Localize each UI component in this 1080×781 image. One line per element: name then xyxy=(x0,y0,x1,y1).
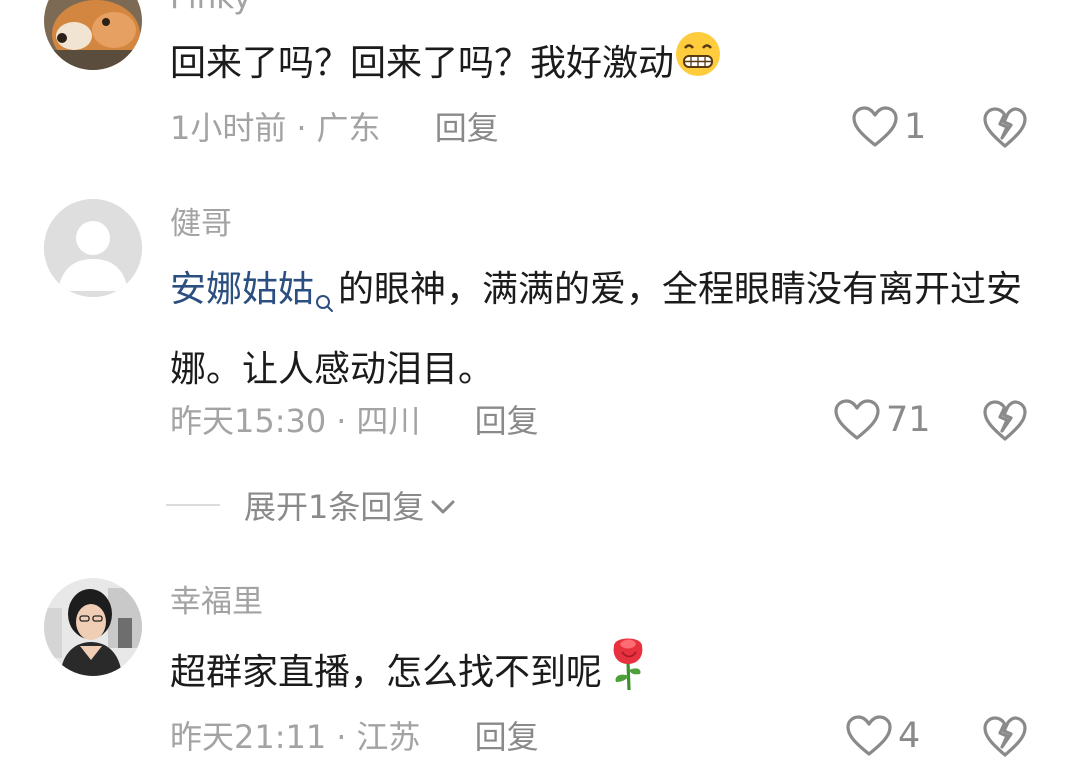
comment-location: 四川 xyxy=(356,402,421,440)
broken-heart-icon xyxy=(983,107,1027,149)
like-button[interactable]: 1 xyxy=(852,106,926,148)
separator: · xyxy=(336,718,347,756)
like-count: 1 xyxy=(904,107,927,147)
comment-list: Pinky 回来了吗？回来了吗？我好激动 1小时前·广东 回复 xyxy=(0,0,1080,781)
dislike-button[interactable] xyxy=(983,716,1027,758)
avatar[interactable] xyxy=(44,578,142,676)
like-count: 4 xyxy=(898,716,921,756)
expand-replies-label: 展开1条回复 xyxy=(244,488,425,526)
username[interactable]: Pinky xyxy=(170,0,251,18)
broken-heart-icon xyxy=(983,400,1027,442)
reply-button[interactable]: 回复 xyxy=(435,109,499,147)
reply-button[interactable]: 回复 xyxy=(475,718,539,756)
divider xyxy=(166,504,220,506)
mention-link[interactable]: 安娜姑姑 xyxy=(170,269,314,310)
separator: · xyxy=(336,402,347,440)
username[interactable]: 健哥 xyxy=(170,204,232,244)
dislike-button[interactable] xyxy=(983,400,1027,442)
comment-meta: 昨天15:30 · 四川 回复 xyxy=(170,401,539,441)
comment-meta: 1小时前 · 广东 回复 xyxy=(170,108,499,148)
comment-text: 回来了吗？回来了吗？我好激动 xyxy=(170,30,1040,100)
comment-text: 超群家直播，怎么找不到呢 xyxy=(170,634,1040,714)
avatar[interactable] xyxy=(44,0,142,70)
chevron-down-icon xyxy=(430,486,456,524)
separator: · xyxy=(296,109,307,147)
reply-button[interactable]: 回复 xyxy=(475,402,539,440)
broken-heart-icon xyxy=(983,716,1027,758)
search-icon[interactable] xyxy=(314,271,336,337)
comment-meta: 昨天21:11 · 江苏 回复 xyxy=(170,717,539,757)
avatar[interactable] xyxy=(44,199,142,297)
comment-time: 1小时前 xyxy=(170,109,287,147)
comment-body: 超群家直播，怎么找不到呢 xyxy=(170,652,603,693)
comment-time: 昨天15:30 xyxy=(170,402,327,440)
like-button[interactable]: 4 xyxy=(846,715,920,757)
comment-text: 安娜姑姑 的眼神，满满的爱，全程眼睛没有离开过安娜。让人感动泪目。 xyxy=(170,257,1040,403)
like-button[interactable]: 71 xyxy=(834,399,931,441)
heart-icon xyxy=(846,715,892,757)
comment-time: 昨天21:11 xyxy=(170,718,327,756)
comment-location: 江苏 xyxy=(356,718,421,756)
like-count: 71 xyxy=(886,400,931,440)
rose-emoji xyxy=(608,634,648,714)
comment-location: 广东 xyxy=(316,109,381,147)
expand-replies-button[interactable]: 展开1条回复 xyxy=(166,482,456,528)
comment-body: 回来了吗？回来了吗？我好激动 xyxy=(170,43,675,84)
grinning-face-emoji xyxy=(674,30,722,100)
heart-icon xyxy=(834,399,880,441)
heart-icon xyxy=(852,106,898,148)
dislike-button[interactable] xyxy=(983,107,1027,149)
username[interactable]: 幸福里 xyxy=(170,582,263,622)
